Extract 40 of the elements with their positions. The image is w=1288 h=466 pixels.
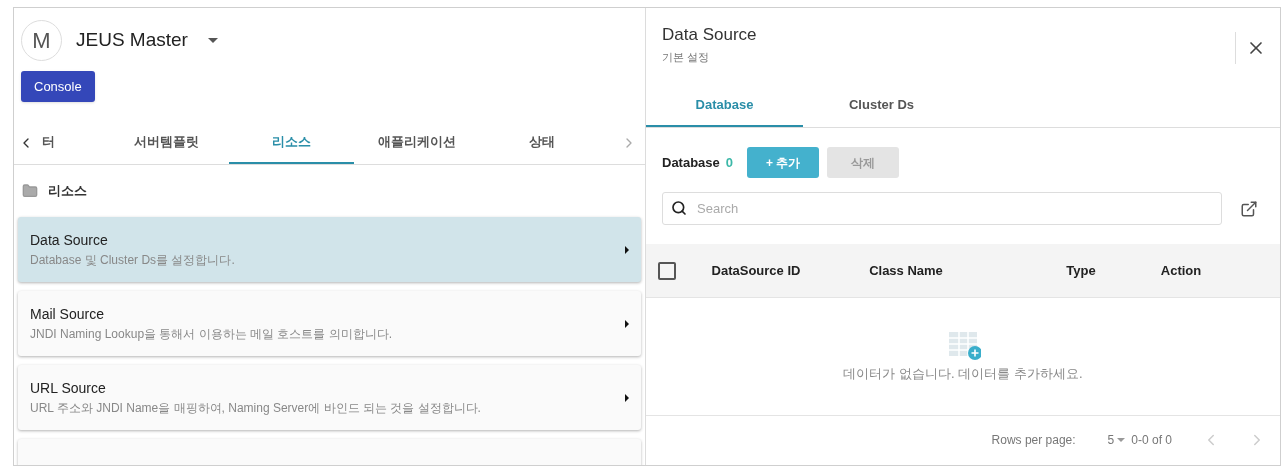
rows-per-page-select[interactable]: 5 — [1107, 431, 1126, 449]
folder-icon — [22, 183, 38, 199]
tab[interactable]: 애플리케이션 — [354, 122, 479, 164]
rows-per-page-label: Rows per page: — [991, 432, 1076, 449]
card-title: URL Source — [30, 379, 107, 398]
server-title: JEUS Master — [76, 28, 188, 53]
resource-card[interactable]: URL Source URL 주소와 JNDI Name을 매핑하여, Naming Server에 바인드 되는 것을 설정합니다. — [18, 365, 641, 430]
tab[interactable]: 리소스 — [229, 122, 354, 164]
tab[interactable]: 터 — [34, 122, 104, 164]
resource-card[interactable]: Mail Source JNDI Naming Lookup을 통해서 이용하는 메일 호스트를 의미합니다. — [18, 291, 641, 356]
caret-icon — [625, 393, 629, 402]
select-all-checkbox[interactable] — [658, 261, 676, 280]
dropdown-caret-icon[interactable] — [207, 38, 218, 43]
column-header: Action — [1159, 261, 1203, 280]
tab[interactable]: Database — [646, 85, 803, 127]
console-button[interactable]: Console — [21, 71, 95, 102]
card-title: Data Source — [30, 231, 109, 250]
tab[interactable]: 상태 — [479, 122, 604, 164]
panel-title: Data Source — [662, 24, 758, 46]
tab[interactable]: Cluster Ds — [803, 85, 960, 127]
card-description: Database 및 Cluster Ds를 설정합니다. — [30, 252, 236, 269]
caret-icon — [625, 245, 629, 254]
caret-icon — [625, 319, 629, 328]
search-icon — [671, 200, 687, 216]
open-external-icon[interactable] — [1240, 199, 1258, 218]
empty-message: 데이터가 없습니다. 데이터를 추가하세요. — [843, 364, 1083, 383]
search-field[interactable]: Search — [662, 192, 1222, 225]
card-description: URL 주소와 JNDI Name을 매핑하여, Naming Server에 바인드 되는 것을 설정합니다. — [30, 400, 482, 417]
panel-subtitle: 기본 설정 — [662, 49, 711, 65]
column-header: Type — [1065, 261, 1097, 280]
card-title: Mail Source — [30, 305, 105, 324]
item-count: 0 — [725, 153, 734, 172]
column-header: Class Name — [868, 261, 944, 280]
page-range: 0-0 of 0 — [1131, 432, 1172, 449]
section-title: 리소스 — [48, 182, 87, 201]
column-header: DataSource ID — [710, 261, 802, 280]
card-description: JNDI Naming Lookup을 통해서 이용하는 메일 호스트를 의미합니다. — [30, 326, 394, 343]
resource-card[interactable]: Data Source Database 및 Cluster Ds를 설정합니다. — [18, 217, 641, 282]
tab[interactable]: 서버템플릿 — [104, 122, 229, 164]
toolbar-label: Database — [662, 153, 720, 172]
